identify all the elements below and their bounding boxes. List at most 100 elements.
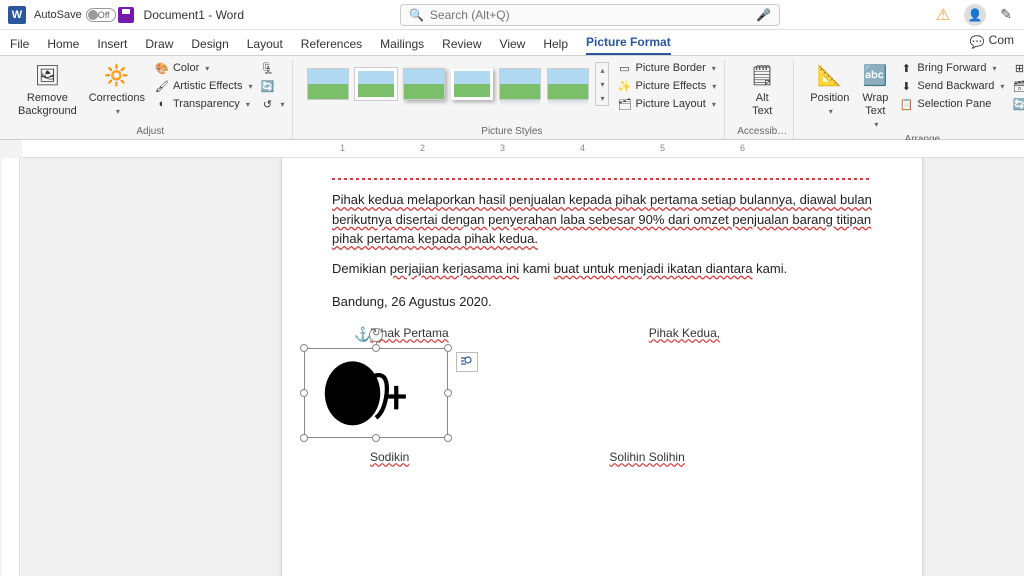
wrap-text-button[interactable]: 🔤 Wrap Text [857,60,893,132]
color-icon: 🎨 [155,61,169,75]
reset-icon: ↺ [260,97,274,111]
border-icon: ▭ [617,61,631,75]
mic-icon[interactable]: 🎤 [756,8,771,22]
transparency-icon: ◐ [155,97,169,111]
word-icon: W [8,6,26,24]
group-label-picstyles: Picture Styles [481,124,542,139]
ruler-horizontal[interactable]: 1 2 3 4 5 6 [22,140,1024,158]
handle-l[interactable] [300,389,308,397]
handle-t[interactable] [372,344,380,352]
style-thumb-6[interactable] [547,68,589,100]
tab-picture-format[interactable]: Picture Format [586,35,671,55]
date-line[interactable]: Bandung, 26 Agustus 2020. [332,292,872,312]
layout-options-button[interactable] [456,352,478,372]
group-label-accessib: Accessib… [737,124,787,139]
save-icon[interactable] [118,7,134,23]
remove-bg-icon: 🖼 [33,62,61,90]
selected-picture[interactable] [304,348,448,438]
send-backward-button[interactable]: ⬇Send Backward [897,78,1006,94]
position-button[interactable]: 📐 Position [806,60,853,119]
artistic-effects-button[interactable]: 🖌Artistic Effects [153,78,255,94]
picture-layout-button[interactable]: 🗂Picture Layout [615,96,718,112]
tab-review[interactable]: Review [442,37,481,55]
search-input[interactable] [430,8,750,22]
tab-file[interactable]: File [10,37,29,55]
position-icon: 📐 [816,62,844,90]
alt-text-icon: 🗒 [748,62,776,90]
send-back-icon: ⬇ [899,79,913,93]
sel-pane-icon: 📋 [899,97,913,111]
piclayout-icon: 🗂 [617,97,631,111]
paragraph-2[interactable]: Demikian perjajian kerjasama ini kami bu… [332,259,872,279]
rotate-button[interactable]: 🔄 [1010,96,1024,112]
name-1[interactable]: Sodikin [370,450,409,464]
autosave-toggle[interactable]: AutoSave Off [34,8,110,22]
align-button[interactable]: ⊞ [1010,60,1024,76]
tab-layout[interactable]: Layout [247,37,283,55]
menu-tabs: File Home Insert Draw Design Layout Refe… [0,30,1024,56]
autosave-label: AutoSave [34,9,82,21]
group-icon: 🗃 [1012,79,1024,93]
rotate-icon: 🔄 [1012,97,1024,111]
style-gallery-more[interactable]: ▴▾▾ [595,62,609,106]
style-thumb-3[interactable] [403,68,445,100]
align-icon: ⊞ [1012,61,1024,75]
remove-background-button[interactable]: 🖼 Remove Background [14,60,81,120]
corrections-icon: 🔆 [103,62,131,90]
transparency-button[interactable]: ◐Transparency [153,96,255,112]
signature-image[interactable] [312,356,440,431]
handle-br[interactable] [444,434,452,442]
compress-button[interactable]: 🗜 [258,60,286,76]
paragraph-1[interactable]: Pihak kedua melaporkan hasil penjualan k… [332,190,872,249]
handle-r[interactable] [444,389,452,397]
tab-design[interactable]: Design [191,37,228,55]
wrap-icon: 🔤 [861,62,889,90]
group-picture-styles: ▴▾▾ ▭Picture Border ✨Picture Effects 🗂Pi… [299,60,725,139]
tab-references[interactable]: References [301,37,362,55]
handle-bl[interactable] [300,434,308,442]
picture-border-button[interactable]: ▭Picture Border [615,60,718,76]
rotate-handle[interactable] [369,328,383,342]
effects-icon: ✨ [617,79,631,93]
pen-icon[interactable]: ✎ [1000,6,1012,23]
artistic-icon: 🖌 [155,79,169,93]
style-thumb-5[interactable] [499,68,541,100]
tab-help[interactable]: Help [543,37,568,55]
search-box[interactable]: 🔍 🎤 [400,4,780,26]
style-thumb-4[interactable] [451,68,493,100]
selection-pane-button[interactable]: 📋Selection Pane [897,96,1006,112]
reset-pic-button[interactable]: ↺ [258,96,286,112]
document-area: Pihak kedua melaporkan hasil penjualan k… [22,158,1024,576]
handle-tr[interactable] [444,344,452,352]
handle-tl[interactable] [300,344,308,352]
page[interactable]: Pihak kedua melaporkan hasil penjualan k… [282,158,922,576]
change-pic-icon: 🔄 [260,79,274,93]
alt-text-button[interactable]: 🗒 Alt Text [744,60,780,120]
warning-icon[interactable]: ⚠ [936,5,950,25]
ruler-vertical[interactable] [2,158,20,576]
comments-button[interactable]: 💬 Com [970,33,1014,55]
party-2-label[interactable]: Pihak Kedua, [649,326,720,340]
name-2[interactable]: Solihin Solihin [609,450,684,464]
tab-mailings[interactable]: Mailings [380,37,424,55]
titlebar: W AutoSave Off Document1 - Word 🔍 🎤 ⚠ 👤 … [0,0,1024,30]
tab-draw[interactable]: Draw [145,37,173,55]
compress-icon: 🗜 [260,61,274,75]
handle-b[interactable] [372,434,380,442]
picture-effects-button[interactable]: ✨Picture Effects [615,78,718,94]
tab-insert[interactable]: Insert [97,37,127,55]
group-label-adjust: Adjust [136,124,164,139]
corrections-button[interactable]: 🔆 Corrections [85,60,149,119]
style-thumb-1[interactable] [307,68,349,100]
change-pic-button[interactable]: 🔄 [258,78,286,94]
group-objects-button[interactable]: 🗃 [1010,78,1024,94]
tab-view[interactable]: View [500,37,526,55]
group-accessibility: 🗒 Alt Text Accessib… [731,60,794,139]
style-thumb-2[interactable] [355,68,397,100]
bring-forward-button[interactable]: ⬆Bring Forward [897,60,1006,76]
avatar[interactable]: 👤 [964,4,986,26]
tab-home[interactable]: Home [47,37,79,55]
style-gallery: ▴▾▾ [305,60,611,108]
search-icon: 🔍 [409,8,424,22]
color-button[interactable]: 🎨Color [153,60,255,76]
